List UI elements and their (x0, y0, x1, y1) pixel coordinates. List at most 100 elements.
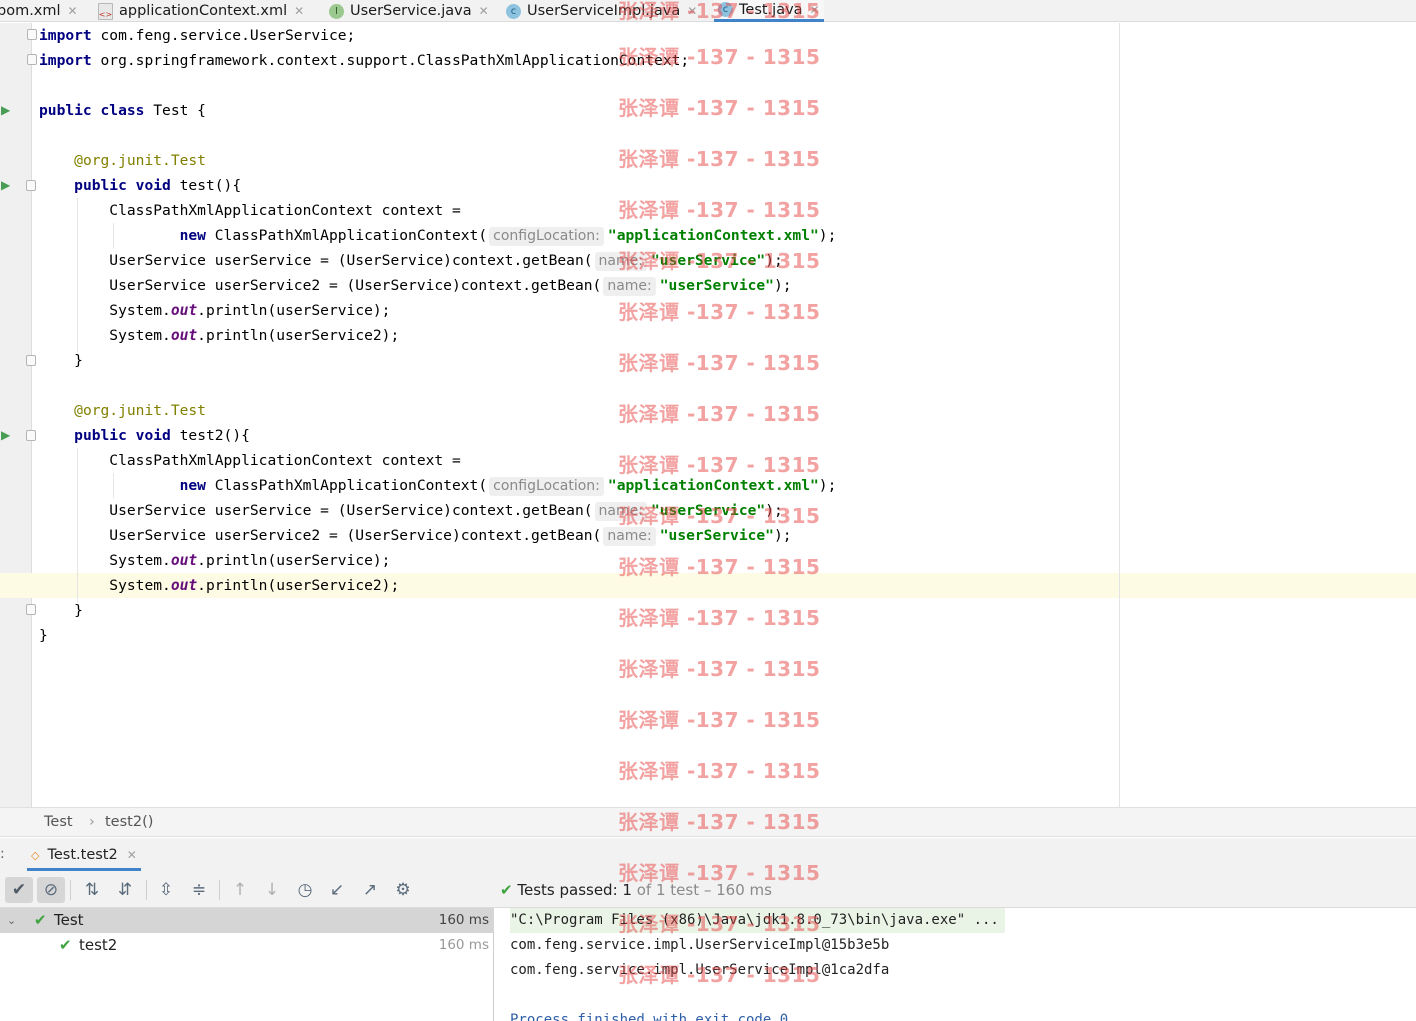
status-detail: of 1 test – 160 ms (636, 881, 772, 899)
tab-label: applicationContext.xml (119, 3, 288, 19)
parameter-hint: configLocation: (489, 226, 604, 246)
run-test-icon[interactable]: ▶ (1, 429, 13, 441)
tree-node-label: Test (54, 911, 84, 929)
code-line: public void test(){ (39, 173, 241, 198)
code-line: UserService userService = (UserService)c… (39, 498, 783, 523)
static-field: out (170, 327, 198, 344)
class-file-icon: c (718, 2, 733, 17)
code-line: @org.junit.Test (39, 398, 206, 423)
export-results-icon[interactable]: ↗ (356, 877, 384, 903)
run-tab-test-test2[interactable]: ◇ Test.test2 ✕ (27, 842, 141, 871)
tab-label: UserService.java (350, 3, 472, 19)
status-count: 1 (622, 881, 632, 899)
test-duration: 160 ms (438, 937, 489, 953)
parameter-hint: configLocation: (489, 476, 604, 496)
fold-icon[interactable] (27, 54, 37, 65)
string-literal: "userService" (650, 502, 766, 519)
keyword: import (39, 27, 92, 44)
sort-by-duration-icon[interactable]: ⇵ (111, 877, 139, 903)
tab-label: UserServiceImpl.java (527, 3, 681, 19)
fold-icon[interactable] (27, 29, 37, 40)
fold-icon[interactable] (26, 355, 36, 366)
string-literal: "userService" (650, 252, 766, 269)
close-icon[interactable]: ✕ (68, 4, 78, 18)
close-icon[interactable]: ✕ (810, 3, 820, 17)
code-text: test2(){ (179, 427, 250, 444)
tab-user-service-java[interactable]: I UserService.java ✕ (329, 0, 489, 22)
tree-row[interactable]: ⌄ ✔ Test 160 ms (0, 908, 494, 933)
show-ignored-icon[interactable]: ⊘ (37, 877, 65, 903)
run-class-icon[interactable]: ▶ (1, 104, 13, 116)
previous-failed-icon[interactable]: ↑ (226, 877, 254, 903)
code-line: new ClassPathXmlApplicationContext(confi… (39, 473, 836, 498)
code-text: System. (109, 327, 171, 344)
console-line: "C:\Program Files (x86)\Java\jdk1.8.0_73… (510, 908, 1005, 933)
tab-test-java[interactable]: c Test.java ✕ (714, 0, 824, 22)
run-tab-label: Test.test2 (47, 847, 118, 863)
code-text: Test { (153, 102, 206, 119)
code-text: ); (818, 227, 837, 244)
fold-icon[interactable] (26, 604, 36, 615)
sort-alphabetically-icon[interactable]: ⇅ (78, 877, 106, 903)
close-icon[interactable]: ✕ (687, 4, 697, 18)
code-text: UserService userService = (UserService)c… (109, 252, 593, 269)
code-line: UserService userService2 = (UserService)… (39, 273, 792, 298)
code-line: import org.springframework.context.suppo… (39, 48, 689, 73)
console-output[interactable]: "C:\Program Files (x86)\Java\jdk1.8.0_73… (495, 908, 1416, 1021)
parameter-hint: name: (603, 526, 656, 546)
code-line: } (39, 623, 48, 648)
code-text: ClassPathXmlApplicationContext context = (109, 452, 461, 469)
run-test-icon[interactable]: ▶ (1, 179, 13, 191)
console-line: com.feng.service.impl.UserServiceImpl@1c… (510, 962, 890, 978)
settings-gear-icon[interactable]: ⚙ (389, 877, 417, 903)
string-literal: "applicationContext.xml" (607, 227, 819, 244)
code-line: } (39, 348, 83, 373)
show-passed-icon[interactable]: ✔ (5, 877, 33, 903)
code-text: } (39, 627, 48, 644)
tab-user-service-impl-java[interactable]: c UserServiceImpl.java ✕ (506, 0, 697, 22)
tab-label: Test.java (739, 1, 803, 18)
chevron-down-icon[interactable]: ⌄ (7, 908, 16, 933)
breadcrumb-item-method[interactable]: test2() (105, 814, 153, 830)
tab-label: pom.xml (0, 3, 61, 19)
keyword: public (39, 102, 92, 119)
code-line: new ClassPathXmlApplicationContext(confi… (39, 223, 836, 248)
fold-icon[interactable] (26, 180, 36, 191)
code-line: ClassPathXmlApplicationContext context = (39, 198, 460, 223)
code-text: com.feng.service.UserService; (100, 27, 356, 44)
tree-row[interactable]: ✔ test2 160 ms (0, 933, 494, 958)
code-line: public void test2(){ (39, 423, 250, 448)
annotation: Test (170, 152, 206, 169)
console-line: Process finished with exit code 0 (510, 1012, 789, 1021)
close-icon[interactable]: ✕ (294, 4, 304, 18)
close-icon[interactable]: ✕ (127, 848, 137, 862)
string-literal: "applicationContext.xml" (607, 477, 819, 494)
code-text: } (74, 352, 83, 369)
editor-gutter[interactable] (0, 23, 32, 807)
breadcrumb-item-class[interactable]: Test (44, 814, 73, 830)
tab-pom-xml[interactable]: pom.xml ✕ (0, 0, 78, 22)
code-text: ClassPathXmlApplicationContext( (214, 477, 488, 494)
keyword: import (39, 52, 92, 69)
parameter-hint: name: (603, 276, 656, 296)
keyword: new (179, 477, 206, 494)
keyword: public (74, 177, 127, 194)
keyword: class (100, 102, 145, 119)
toolbar-separator (70, 880, 71, 900)
panel-label-stub: : (0, 846, 5, 862)
close-icon[interactable]: ✕ (479, 4, 489, 18)
fold-icon[interactable] (26, 430, 36, 441)
expand-all-icon[interactable]: ⇳ (152, 877, 180, 903)
keyword: public (74, 427, 127, 444)
parameter-hint: name: (594, 501, 647, 521)
tab-application-context-xml[interactable]: <> applicationContext.xml ✕ (98, 0, 304, 22)
collapse-all-icon[interactable]: ≑ (185, 877, 213, 903)
code-editor[interactable] (33, 23, 1416, 807)
import-tests-icon[interactable]: ↙ (323, 877, 351, 903)
editor-tab-bar: pom.xml ✕ <> applicationContext.xml ✕ I … (0, 0, 1416, 22)
code-text: ); (773, 277, 792, 294)
test-runner-toolbar: ✔ ⊘ ⇅ ⇵ ⇳ ≑ ↑ ↓ ◷ ↙ ↗ ⚙ ✔ Tests passed: … (0, 871, 1416, 908)
annotation: @org.junit. (74, 152, 171, 169)
test-history-icon[interactable]: ◷ (291, 877, 319, 903)
next-failed-icon[interactable]: ↓ (258, 877, 286, 903)
